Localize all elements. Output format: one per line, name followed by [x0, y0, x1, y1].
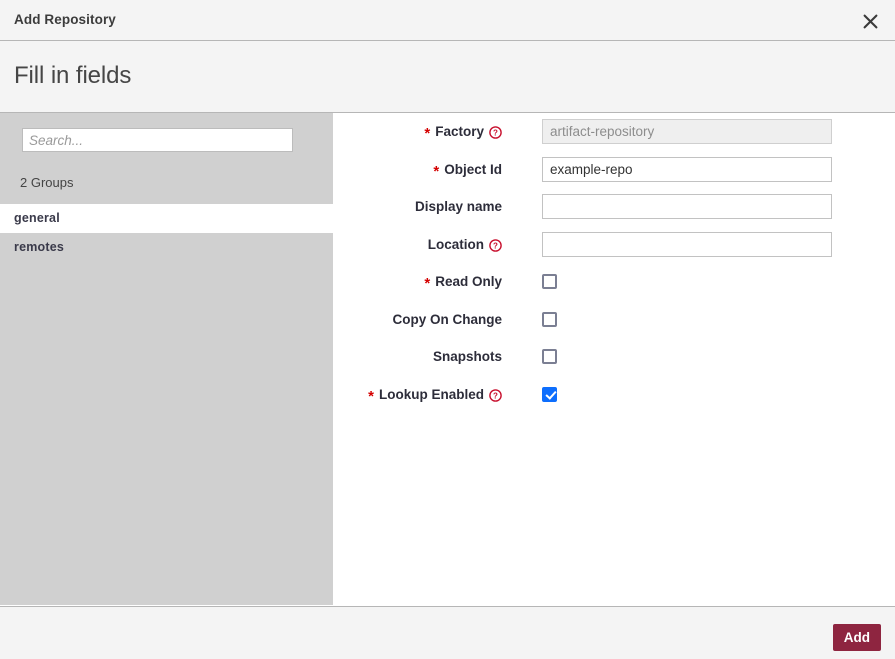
dialog-titlebar: Add Repository	[0, 0, 895, 41]
location-input[interactable]	[542, 231, 832, 257]
help-icon[interactable]: ?	[489, 238, 502, 252]
field-control-wrap	[502, 231, 832, 257]
field-row-read-only: * Read Only	[335, 263, 895, 301]
field-label-text: Lookup Enabled	[378, 386, 484, 402]
add-button[interactable]: Add	[832, 624, 881, 651]
field-label-text: Snapshots	[432, 349, 502, 365]
object-id-input[interactable]	[542, 156, 832, 182]
close-button[interactable]	[853, 4, 887, 38]
help-icon[interactable]: ?	[489, 126, 502, 140]
field-row-factory: * Factory ?	[335, 113, 895, 151]
required-marker: *	[424, 275, 431, 293]
field-row-location: Location ?	[335, 226, 895, 264]
required-marker: *	[424, 125, 431, 143]
fields-form: * Factory ? * Object Id	[335, 113, 895, 605]
help-icon[interactable]: ?	[489, 388, 502, 402]
svg-text:?: ?	[493, 129, 498, 138]
read-only-checkbox[interactable]	[542, 274, 557, 290]
snapshots-checkbox[interactable]	[542, 349, 557, 365]
svg-text:?: ?	[493, 241, 498, 250]
field-control-wrap	[502, 386, 557, 402]
page-title: Fill in fields	[14, 62, 132, 89]
field-control-wrap	[502, 119, 832, 145]
groups-count-label: 2 Groups	[20, 175, 74, 190]
required-marker: *	[433, 162, 440, 180]
dialog-title: Add Repository	[14, 12, 116, 27]
sidebar-item-label: remotes	[14, 240, 65, 254]
field-label-factory: * Factory ?	[335, 124, 502, 143]
field-label-snapshots: Snapshots	[335, 349, 502, 364]
dialog-footer: Add	[0, 606, 895, 659]
display-name-input[interactable]	[542, 194, 832, 220]
field-label-read-only: * Read Only	[335, 274, 502, 293]
field-label-text: Location	[427, 236, 484, 252]
field-control-wrap	[502, 349, 557, 365]
field-label-copy-on-change: Copy On Change	[335, 312, 502, 327]
sidebar-item-remotes[interactable]: remotes	[0, 233, 333, 262]
field-row-object-id: * Object Id	[335, 151, 895, 189]
field-control-wrap	[502, 274, 557, 290]
field-label-lookup-enabled: * Lookup Enabled ?	[335, 386, 502, 405]
add-repository-dialog: Add Repository Fill in fields 2 Groups g…	[0, 0, 895, 659]
field-label-text: Display name	[414, 199, 502, 215]
field-row-snapshots: Snapshots	[335, 338, 895, 376]
field-label-display-name: Display name	[335, 199, 502, 214]
groups-sidebar: 2 Groups general remotes	[0, 113, 334, 605]
field-row-display-name: Display name	[335, 188, 895, 226]
field-label-location: Location ?	[335, 237, 502, 252]
field-control-wrap	[502, 194, 832, 220]
step-header: Fill in fields	[0, 41, 895, 113]
lookup-enabled-checkbox[interactable]	[542, 386, 557, 402]
svg-text:?: ?	[493, 391, 498, 400]
field-control-wrap	[502, 156, 832, 182]
sidebar-item-general[interactable]: general	[0, 204, 333, 233]
factory-input	[542, 119, 832, 145]
field-label-text: Read Only	[435, 274, 502, 290]
copy-on-change-checkbox[interactable]	[542, 311, 557, 327]
field-row-lookup-enabled: * Lookup Enabled ?	[335, 376, 895, 414]
field-label-text: Object Id	[444, 161, 502, 177]
sidebar-item-label: general	[14, 211, 60, 225]
field-label-text: Copy On Change	[392, 311, 502, 327]
close-icon	[863, 14, 878, 29]
field-row-copy-on-change: Copy On Change	[335, 301, 895, 339]
required-marker: *	[368, 387, 374, 405]
field-control-wrap	[502, 311, 557, 327]
sidebar-header: 2 Groups	[0, 113, 333, 204]
field-label-text: Factory	[435, 124, 484, 140]
search-input[interactable]	[22, 128, 293, 152]
field-label-object-id: * Object Id	[335, 161, 502, 180]
